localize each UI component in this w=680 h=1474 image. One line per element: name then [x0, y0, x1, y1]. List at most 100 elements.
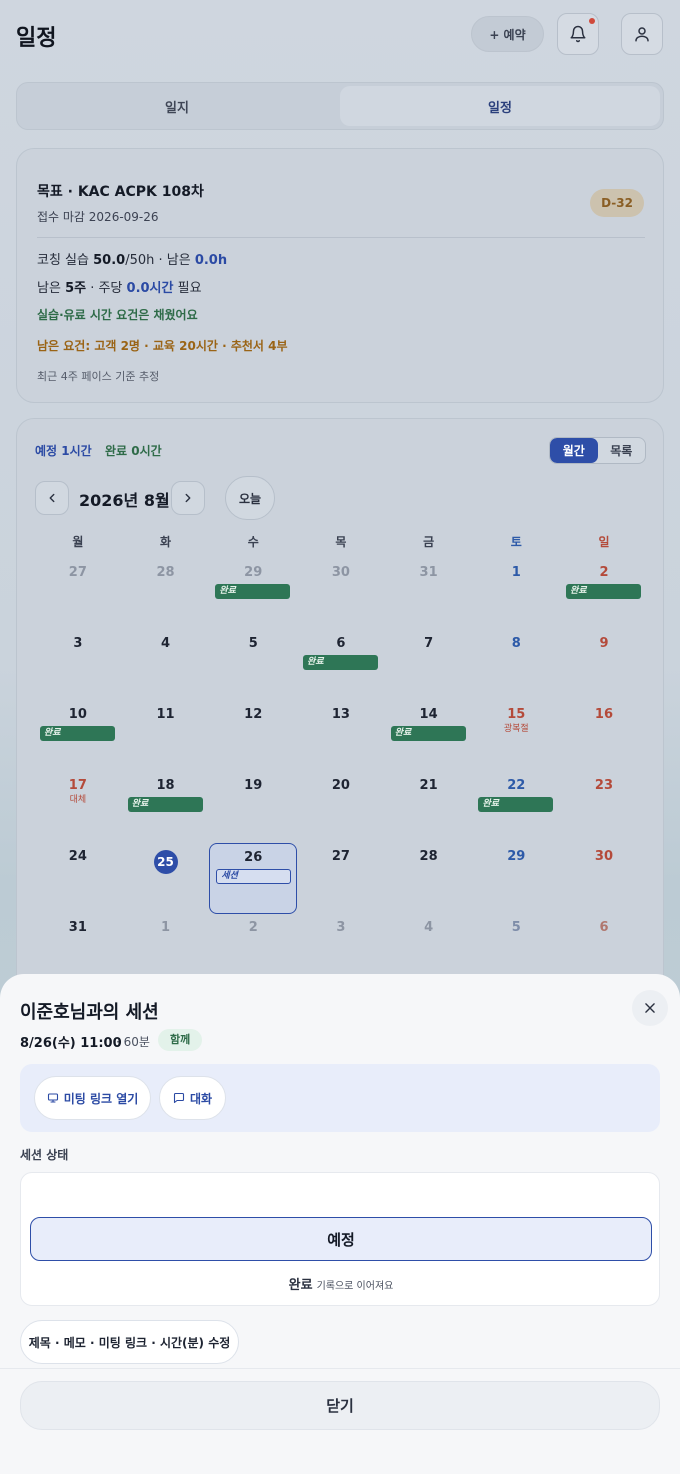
edit-session-button[interactable]: 제목 · 메모 · 미팅 링크 · 시간(분) 수정	[20, 1320, 239, 1364]
day-number: 22	[507, 778, 526, 793]
calendar-day[interactable]: 16	[560, 701, 648, 772]
calendar-week-row: 10 완료 11 12 13 14 완료 15 광복절 16	[34, 701, 648, 772]
calendar-day[interactable]: 25	[122, 843, 210, 914]
status-done-option[interactable]: 완료 기록으로 이어져요	[21, 1274, 661, 1293]
calendar-day[interactable]: 30	[560, 843, 648, 914]
coaching-left: 0.0h	[194, 253, 228, 268]
calendar-day[interactable]: 10 완료	[34, 701, 122, 772]
calendar-day[interactable]: 31	[385, 559, 473, 630]
calendar-day[interactable]: 29 완료	[209, 559, 297, 630]
estimate-note: 최근 4주 페이스 기준 추정	[37, 370, 160, 383]
calendar-week-row: 3 4 5 6 완료 7 8 9	[34, 630, 648, 701]
day-number: 16	[594, 707, 614, 722]
calendar-day[interactable]: 30	[297, 559, 385, 630]
view-tabs: 일지 일정	[16, 82, 664, 130]
day-number: 5	[248, 636, 258, 651]
prev-month-button[interactable]	[35, 481, 69, 515]
together-badge: 함께	[158, 1029, 203, 1051]
calendar-day[interactable]: 29	[472, 843, 560, 914]
done-event-chip[interactable]: 완료	[566, 584, 642, 599]
day-number: 21	[419, 778, 438, 793]
calendar-day[interactable]: 7	[385, 630, 473, 701]
weekday-label: 목	[335, 535, 347, 549]
day-number: 1	[511, 565, 521, 580]
status-done-note: 기록으로 이어져요	[316, 1281, 394, 1292]
calendar-day[interactable]: 14 완료	[385, 701, 473, 772]
session-status-box: 예정 완료 기록으로 이어져요	[20, 1172, 660, 1306]
tab-journal[interactable]: 일지	[17, 83, 337, 129]
day-number: 30	[331, 565, 350, 580]
calendar-day[interactable]: 22 완료	[472, 772, 560, 843]
profile-button[interactable]	[621, 13, 663, 55]
hours-per-week: 0.0시간	[126, 281, 174, 296]
calendar-day[interactable]: 11	[122, 701, 210, 772]
view-month-button[interactable]: 월간	[550, 438, 598, 463]
close-sheet-button[interactable]	[632, 990, 668, 1026]
weekday-label: 월	[72, 535, 84, 549]
calendar-day[interactable]: 6 완료	[297, 630, 385, 701]
calendar-day[interactable]: 15 광복절	[472, 701, 560, 772]
day-number: 1	[161, 920, 171, 935]
tab-schedule[interactable]: 일정	[340, 86, 660, 126]
session-datetime: 8/26(수) 11:00	[20, 1036, 122, 1051]
today-button[interactable]: 오늘	[225, 476, 275, 520]
calendar-day[interactable]: 28	[385, 843, 473, 914]
done-event-chip[interactable]: 완료	[303, 655, 379, 670]
calendar-day[interactable]: 4	[122, 630, 210, 701]
calendar-day[interactable]: 17 대체	[34, 772, 122, 843]
notifications-button[interactable]	[557, 13, 599, 55]
done-event-chip[interactable]: 완료	[40, 726, 115, 741]
session-bottom-sheet: 이준호님과의 세션 8/26(수) 11:00 · 60분 함께 미팅 링크 열…	[0, 974, 680, 1474]
calendar-day[interactable]: 26 세션	[209, 843, 298, 914]
goal-title: 목표 · KAC ACPK 108차	[37, 184, 204, 200]
calendar-day[interactable]: 28	[122, 559, 210, 630]
done-event-chip[interactable]: 완료	[478, 797, 554, 812]
calendar-day[interactable]: 13	[297, 701, 385, 772]
bell-icon	[570, 25, 586, 43]
calendar-day[interactable]: 19	[209, 772, 297, 843]
calendar-day[interactable]: 3	[34, 630, 122, 701]
chevron-right-icon	[185, 493, 191, 503]
day-number: 23	[594, 778, 614, 793]
day-number: 2	[248, 920, 258, 935]
session-event-chip[interactable]: 세션	[216, 869, 292, 884]
weekday-label: 금	[423, 535, 435, 549]
weekday-label: 화	[160, 535, 172, 549]
calendar-day[interactable]: 1	[472, 559, 560, 630]
done-hours: 완료 0시간	[105, 444, 162, 458]
chat-button[interactable]: 대화	[159, 1076, 226, 1120]
done-event-chip[interactable]: 완료	[215, 584, 291, 599]
status-done-label: 완료	[288, 1278, 313, 1293]
calendar-week-row: 27 28 29 완료 30 31 1 2 완료	[34, 559, 648, 630]
calendar-day[interactable]: 21	[385, 772, 473, 843]
reserve-button[interactable]: + 예약	[471, 16, 544, 52]
day-number: 14	[419, 707, 438, 722]
calendar-day[interactable]: 24	[34, 843, 122, 914]
requirement-met: 실습·유료 시간 요건은 채웠어요	[37, 308, 198, 322]
day-number: 11	[156, 707, 175, 722]
divider	[0, 1368, 680, 1369]
calendar-day[interactable]: 2 완료	[560, 559, 648, 630]
calendar-day[interactable]: 12	[209, 701, 297, 772]
weeks-mid: · 주당	[86, 281, 127, 296]
status-planned-option[interactable]: 예정	[30, 1217, 652, 1261]
done-event-chip[interactable]: 완료	[127, 797, 203, 812]
view-list-button[interactable]: 목록	[598, 438, 646, 463]
calendar-day[interactable]: 9	[560, 630, 648, 701]
weekday-header: 월 화 수 목 금 토 일	[34, 533, 648, 550]
calendar-day[interactable]: 8	[472, 630, 560, 701]
calendar-day[interactable]: 27	[297, 843, 385, 914]
close-button[interactable]: 닫기	[20, 1381, 660, 1430]
calendar-day[interactable]: 18 완료	[122, 772, 210, 843]
day-number: 26	[244, 850, 263, 865]
calendar-day[interactable]: 5	[209, 630, 297, 701]
done-event-chip[interactable]: 완료	[390, 726, 466, 741]
calendar-day[interactable]: 23	[560, 772, 648, 843]
day-number: 4	[424, 920, 434, 935]
open-meeting-link-button[interactable]: 미팅 링크 열기	[34, 1076, 151, 1120]
next-month-button[interactable]	[171, 481, 205, 515]
calendar-day[interactable]: 20	[297, 772, 385, 843]
holiday-label: 대체	[69, 795, 87, 805]
calendar-day[interactable]: 27	[34, 559, 122, 630]
session-actions: 미팅 링크 열기 대화	[20, 1064, 660, 1132]
